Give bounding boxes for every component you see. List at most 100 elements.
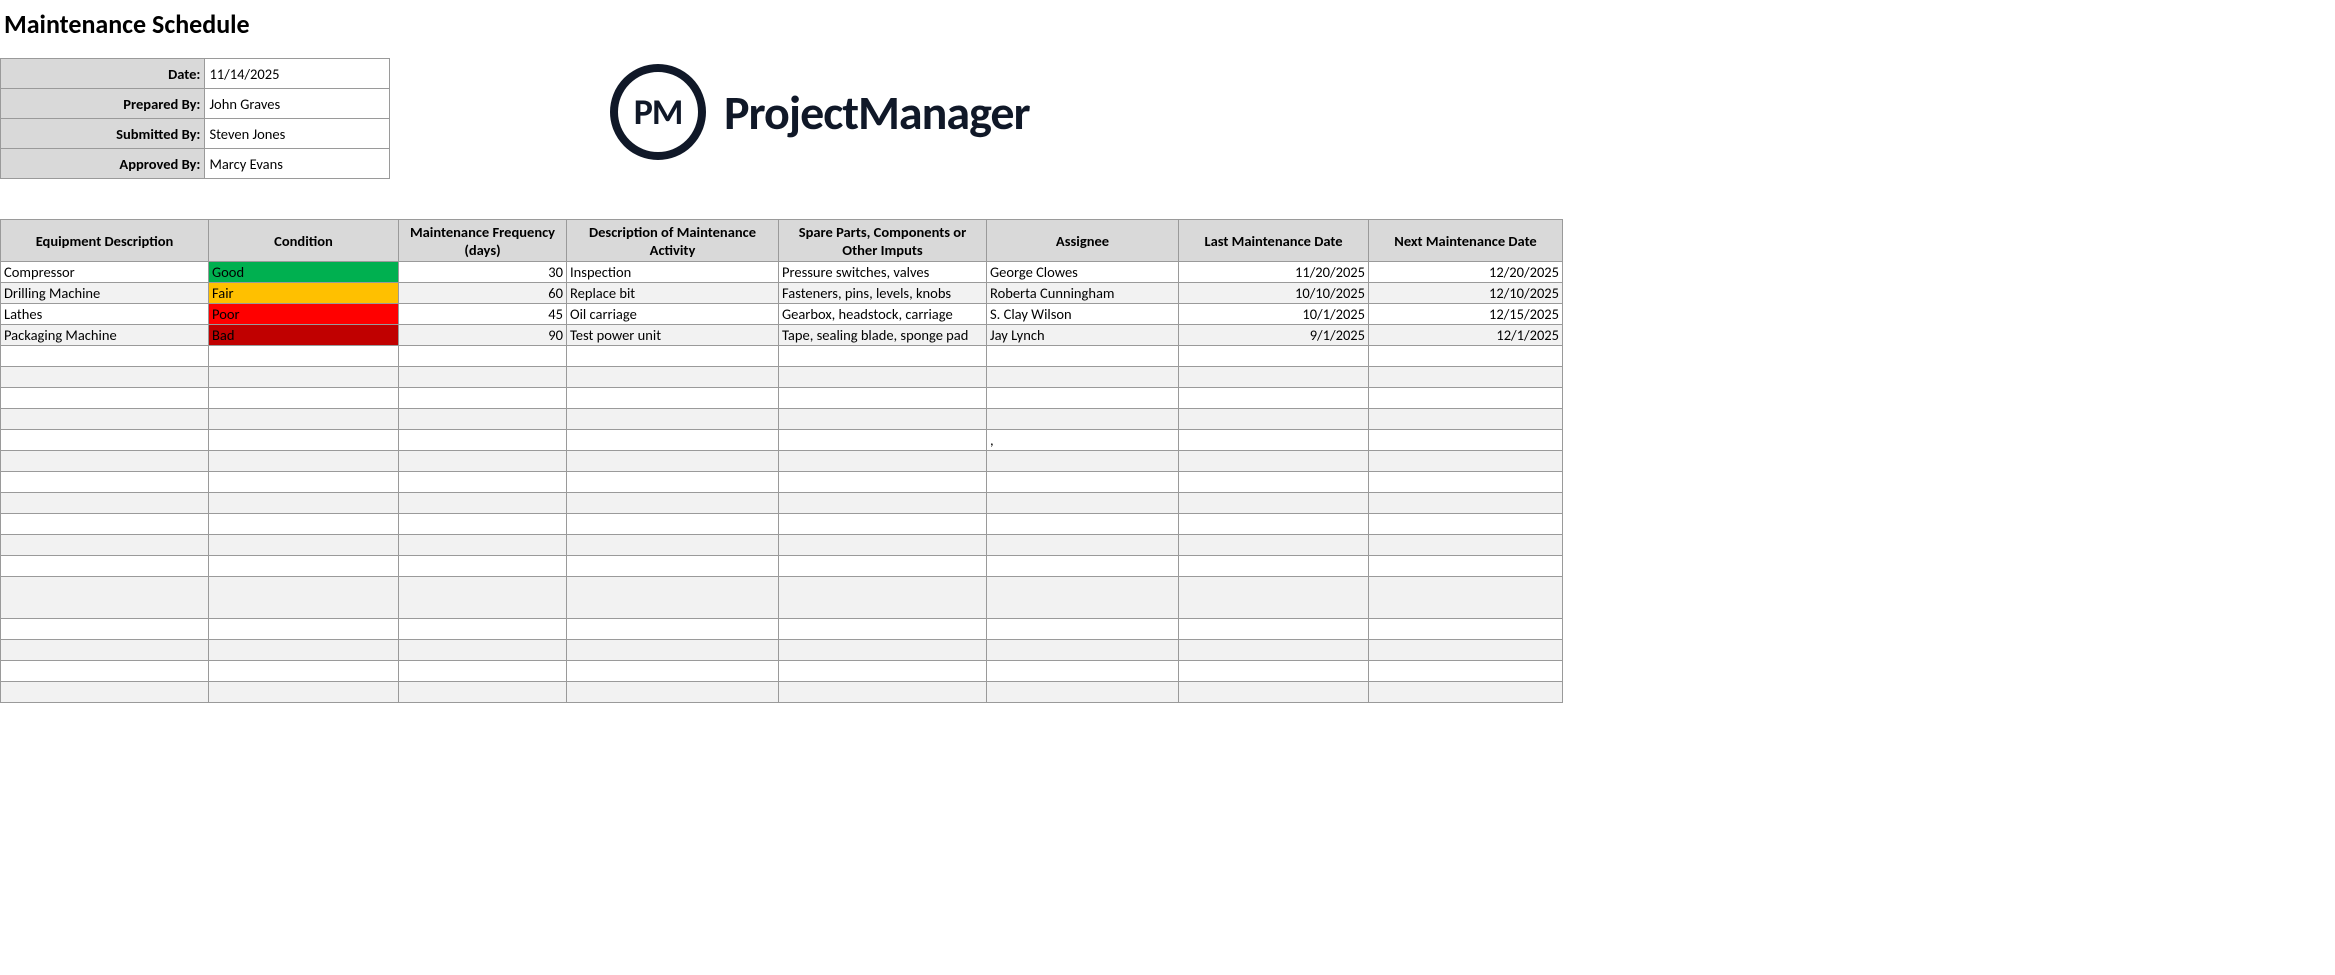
cell-condition[interactable] bbox=[209, 556, 399, 577]
cell-condition[interactable] bbox=[209, 535, 399, 556]
cell-assignee[interactable] bbox=[987, 367, 1179, 388]
cell-assignee[interactable] bbox=[987, 493, 1179, 514]
cell-spare[interactable] bbox=[779, 472, 987, 493]
cell-condition[interactable] bbox=[209, 619, 399, 640]
cell-equipment[interactable] bbox=[1, 367, 209, 388]
cell-equipment[interactable] bbox=[1, 451, 209, 472]
cell-spare[interactable] bbox=[779, 388, 987, 409]
cell-frequency[interactable] bbox=[399, 577, 567, 619]
cell-condition[interactable] bbox=[209, 451, 399, 472]
cell-activity[interactable] bbox=[567, 409, 779, 430]
cell-spare[interactable]: Fasteners, pins, levels, knobs bbox=[779, 283, 987, 304]
cell-spare[interactable] bbox=[779, 682, 987, 703]
cell-last[interactable] bbox=[1179, 472, 1369, 493]
cell-next[interactable]: 12/1/2025 bbox=[1369, 325, 1563, 346]
cell-frequency[interactable]: 45 bbox=[399, 304, 567, 325]
cell-spare[interactable] bbox=[779, 451, 987, 472]
cell-frequency[interactable] bbox=[399, 640, 567, 661]
cell-assignee[interactable] bbox=[987, 640, 1179, 661]
cell-spare[interactable] bbox=[779, 661, 987, 682]
cell-frequency[interactable] bbox=[399, 619, 567, 640]
cell-frequency[interactable] bbox=[399, 556, 567, 577]
cell-assignee[interactable] bbox=[987, 388, 1179, 409]
cell-activity[interactable] bbox=[567, 556, 779, 577]
cell-next[interactable]: 12/15/2025 bbox=[1369, 304, 1563, 325]
cell-frequency[interactable]: 30 bbox=[399, 262, 567, 283]
cell-activity[interactable] bbox=[567, 472, 779, 493]
cell-last[interactable] bbox=[1179, 493, 1369, 514]
cell-condition[interactable] bbox=[209, 472, 399, 493]
cell-last[interactable] bbox=[1179, 430, 1369, 451]
cell-next[interactable] bbox=[1369, 514, 1563, 535]
cell-equipment[interactable] bbox=[1, 640, 209, 661]
cell-assignee[interactable] bbox=[987, 451, 1179, 472]
cell-frequency[interactable] bbox=[399, 409, 567, 430]
cell-frequency[interactable] bbox=[399, 682, 567, 703]
cell-spare[interactable] bbox=[779, 640, 987, 661]
cell-last[interactable] bbox=[1179, 346, 1369, 367]
cell-equipment[interactable] bbox=[1, 514, 209, 535]
cell-last[interactable] bbox=[1179, 535, 1369, 556]
cell-last[interactable] bbox=[1179, 682, 1369, 703]
cell-equipment[interactable] bbox=[1, 493, 209, 514]
cell-assignee[interactable]: , bbox=[987, 430, 1179, 451]
cell-assignee[interactable] bbox=[987, 577, 1179, 619]
cell-next[interactable] bbox=[1369, 577, 1563, 619]
cell-spare[interactable]: Tape, sealing blade, sponge pad bbox=[779, 325, 987, 346]
cell-activity[interactable] bbox=[567, 451, 779, 472]
cell-condition[interactable] bbox=[209, 682, 399, 703]
cell-spare[interactable] bbox=[779, 619, 987, 640]
cell-assignee[interactable] bbox=[987, 535, 1179, 556]
cell-frequency[interactable] bbox=[399, 493, 567, 514]
cell-equipment[interactable] bbox=[1, 388, 209, 409]
cell-assignee[interactable]: S. Clay Wilson bbox=[987, 304, 1179, 325]
cell-next[interactable] bbox=[1369, 535, 1563, 556]
cell-assignee[interactable] bbox=[987, 514, 1179, 535]
cell-last[interactable]: 11/20/2025 bbox=[1179, 262, 1369, 283]
cell-spare[interactable] bbox=[779, 409, 987, 430]
cell-activity[interactable] bbox=[567, 514, 779, 535]
cell-activity[interactable] bbox=[567, 619, 779, 640]
cell-spare[interactable] bbox=[779, 535, 987, 556]
cell-equipment[interactable] bbox=[1, 661, 209, 682]
cell-last[interactable]: 10/10/2025 bbox=[1179, 283, 1369, 304]
cell-spare[interactable] bbox=[779, 430, 987, 451]
cell-activity[interactable] bbox=[567, 367, 779, 388]
cell-activity[interactable] bbox=[567, 388, 779, 409]
cell-equipment[interactable] bbox=[1, 577, 209, 619]
cell-activity[interactable] bbox=[567, 682, 779, 703]
meta-value-prepared[interactable]: John Graves bbox=[205, 89, 390, 119]
cell-last[interactable] bbox=[1179, 640, 1369, 661]
cell-next[interactable] bbox=[1369, 451, 1563, 472]
cell-next[interactable]: 12/10/2025 bbox=[1369, 283, 1563, 304]
cell-activity[interactable]: Oil carriage bbox=[567, 304, 779, 325]
cell-condition[interactable] bbox=[209, 346, 399, 367]
cell-last[interactable]: 9/1/2025 bbox=[1179, 325, 1369, 346]
cell-condition[interactable] bbox=[209, 577, 399, 619]
cell-activity[interactable]: Replace bit bbox=[567, 283, 779, 304]
meta-value-date[interactable]: 11/14/2025 bbox=[205, 59, 390, 89]
cell-equipment[interactable] bbox=[1, 619, 209, 640]
cell-condition[interactable] bbox=[209, 388, 399, 409]
cell-next[interactable]: 12/20/2025 bbox=[1369, 262, 1563, 283]
cell-frequency[interactable] bbox=[399, 346, 567, 367]
cell-last[interactable] bbox=[1179, 409, 1369, 430]
cell-condition[interactable]: Poor bbox=[209, 304, 399, 325]
cell-equipment[interactable] bbox=[1, 556, 209, 577]
cell-frequency[interactable] bbox=[399, 367, 567, 388]
cell-assignee[interactable] bbox=[987, 346, 1179, 367]
cell-frequency[interactable] bbox=[399, 430, 567, 451]
cell-spare[interactable] bbox=[779, 577, 987, 619]
cell-assignee[interactable]: Jay Lynch bbox=[987, 325, 1179, 346]
cell-spare[interactable]: Gearbox, headstock, carriage bbox=[779, 304, 987, 325]
cell-condition[interactable] bbox=[209, 367, 399, 388]
meta-value-approved[interactable]: Marcy Evans bbox=[205, 149, 390, 179]
cell-frequency[interactable]: 90 bbox=[399, 325, 567, 346]
cell-condition[interactable]: Good bbox=[209, 262, 399, 283]
cell-last[interactable] bbox=[1179, 556, 1369, 577]
cell-spare[interactable]: Pressure switches, valves bbox=[779, 262, 987, 283]
cell-last[interactable] bbox=[1179, 388, 1369, 409]
cell-equipment[interactable] bbox=[1, 430, 209, 451]
cell-spare[interactable] bbox=[779, 493, 987, 514]
cell-next[interactable] bbox=[1369, 619, 1563, 640]
